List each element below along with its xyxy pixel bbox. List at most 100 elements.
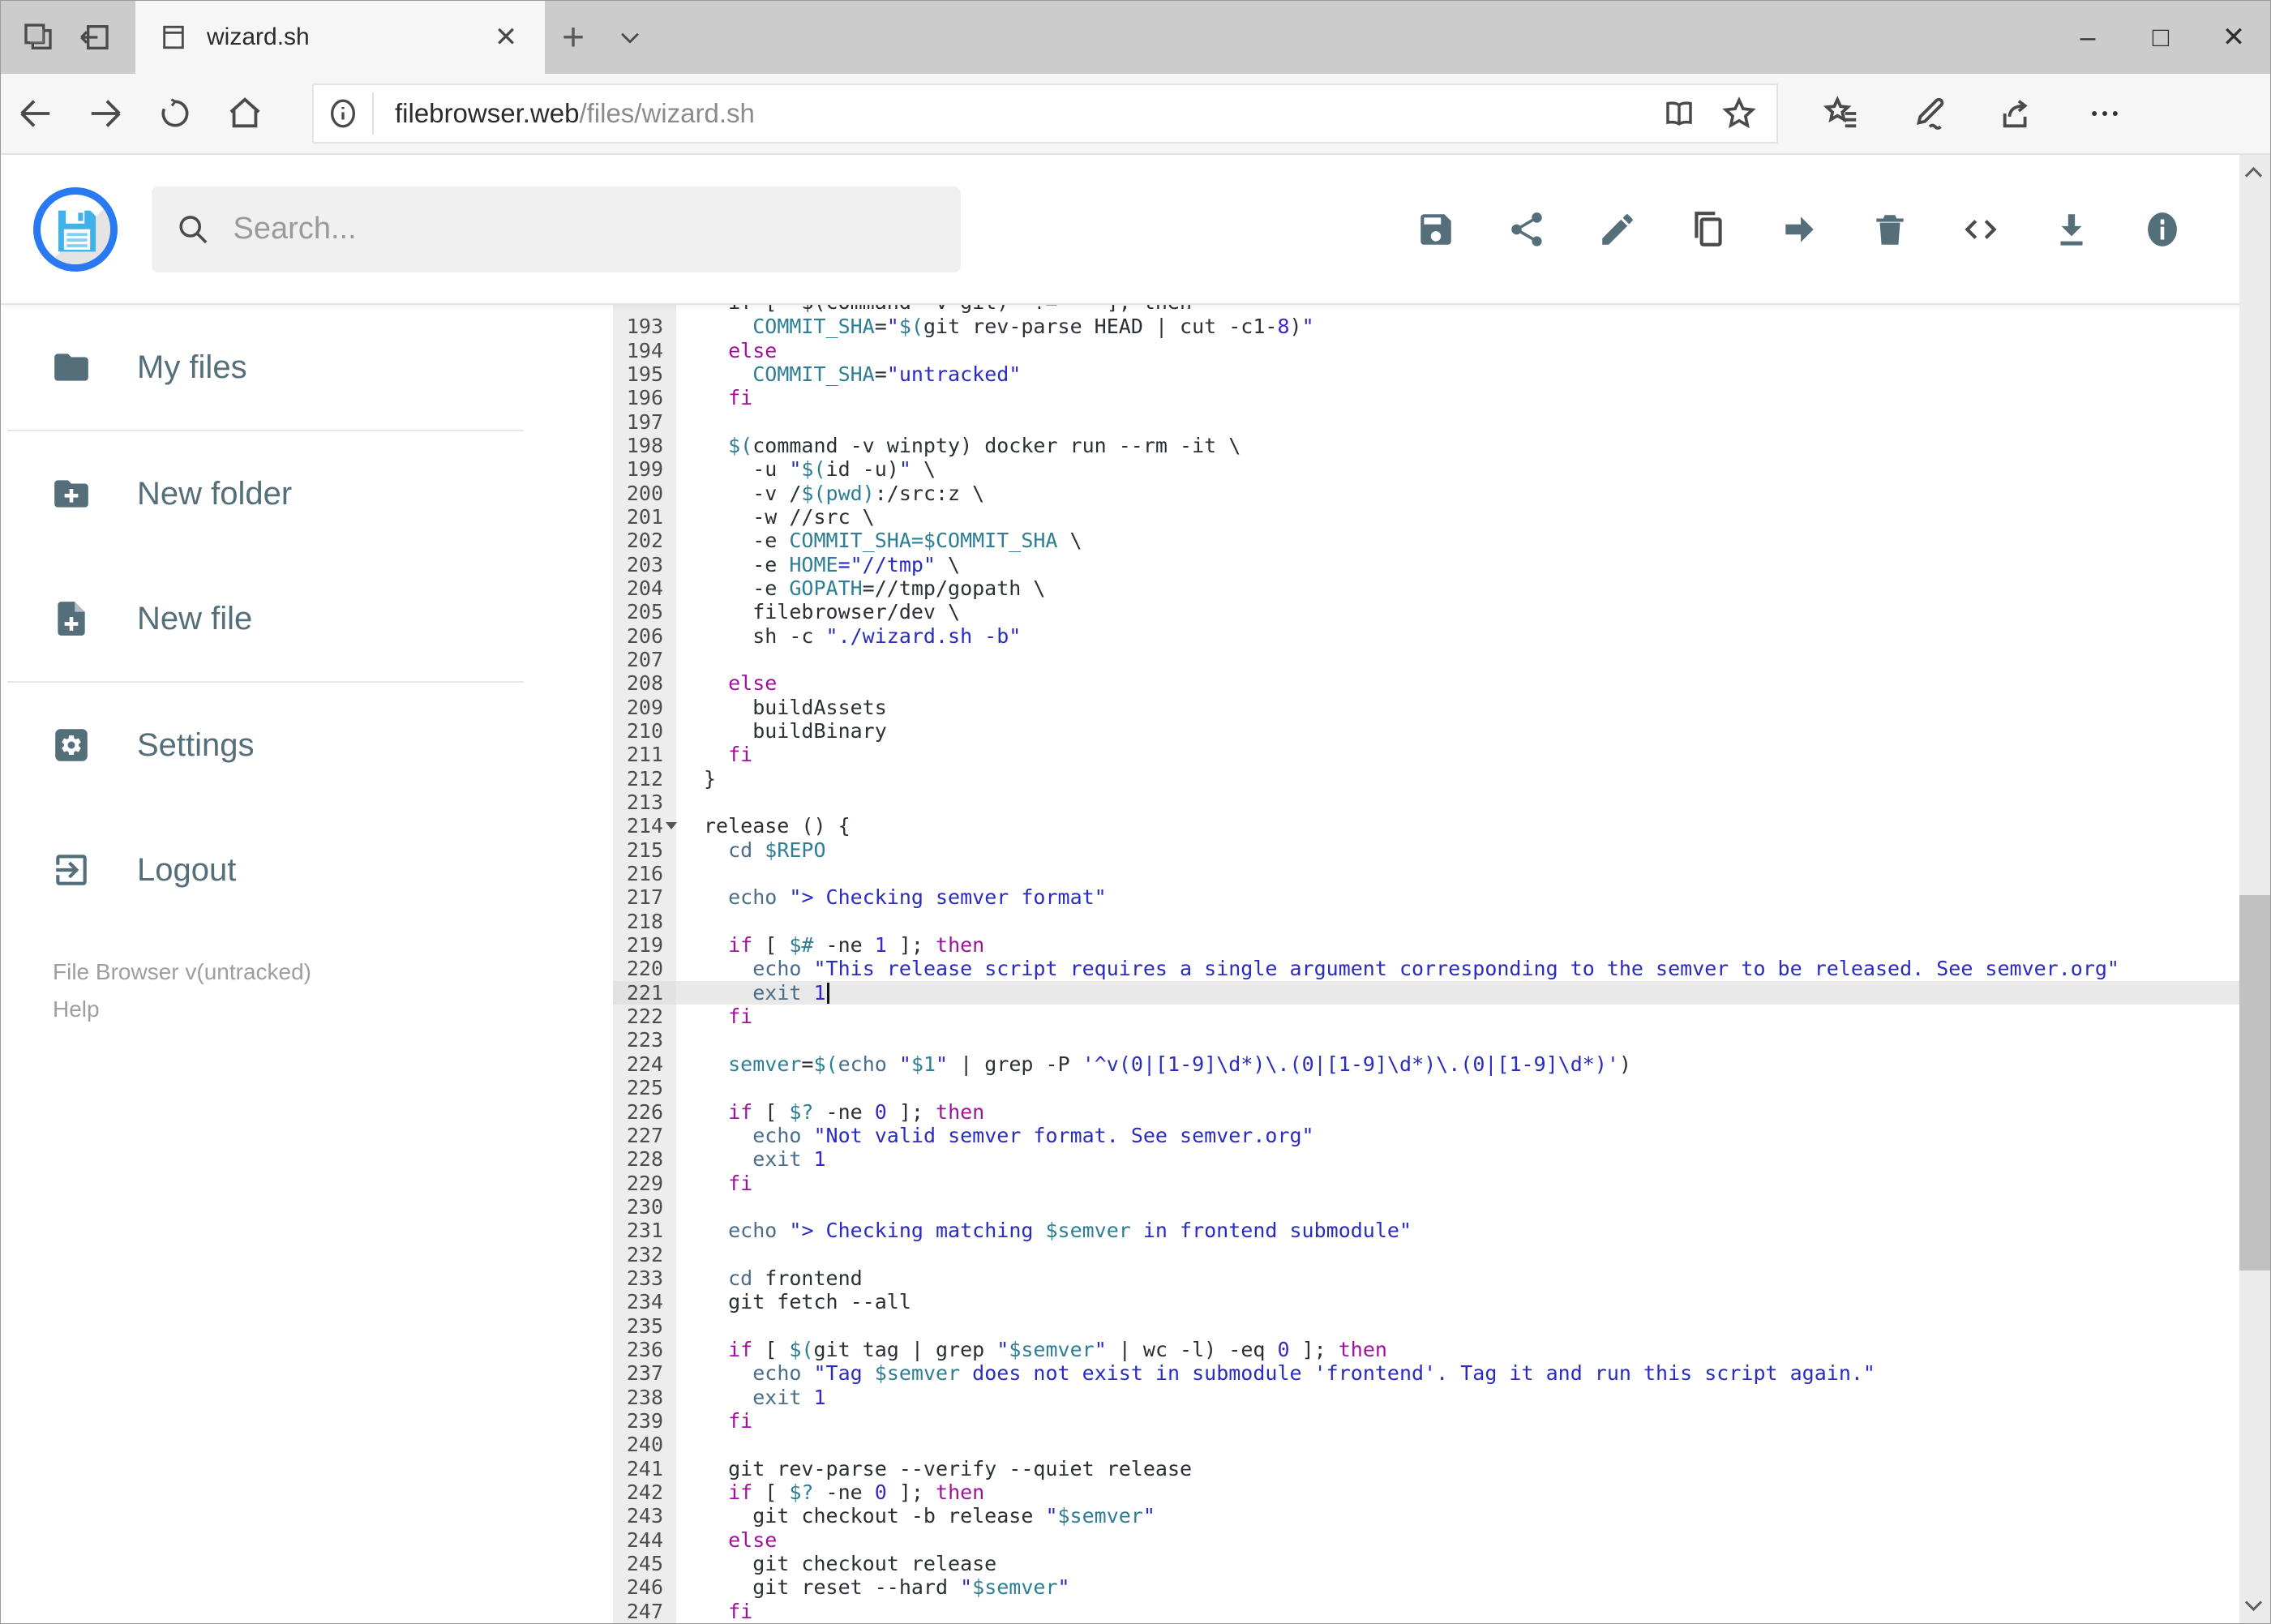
code-line[interactable]: 202 -e COMMIT_SHA=$COMMIT_SHA \ (613, 529, 2239, 553)
search-input[interactable] (233, 212, 936, 246)
code-line[interactable]: 193 COMMIT_SHA = " $(git rev-parse HEAD | c… (613, 315, 2239, 339)
scroll-down-icon[interactable] (2244, 1593, 2263, 1612)
favorites-hub-icon[interactable] (1807, 79, 1877, 148)
code-line[interactable]: 204 -e GOPATH =//tmp/gopath \ (613, 576, 2239, 601)
code-line[interactable]: 200 -v / $(pwd):/src:z \ (613, 481, 2239, 505)
code-line[interactable]: 240 (613, 1433, 2239, 1457)
reading-view-icon[interactable] (1653, 88, 1705, 139)
code-line[interactable]: 205 filebrowser/dev \ (613, 600, 2239, 624)
code-line[interactable]: 230 (613, 1194, 2239, 1219)
tab-preview-icon[interactable] (77, 19, 113, 55)
code-line[interactable]: 232 (613, 1242, 2239, 1266)
filebrowser-logo[interactable] (33, 186, 118, 272)
code-line[interactable]: 216 (613, 861, 2239, 886)
code-line[interactable]: 221 exit 1 (613, 980, 2239, 1005)
code-line[interactable]: 242 if [ $? -ne 0 ]; then (613, 1480, 2239, 1505)
address-bar[interactable]: filebrowser.web/files/wizard.sh (312, 84, 1778, 144)
code-line[interactable]: 245 git checkout release (613, 1551, 2239, 1576)
code-line[interactable]: 196 fi (613, 386, 2239, 410)
code-line[interactable]: 246 git reset --hard " $semver " (613, 1575, 2239, 1600)
code-line[interactable]: 210 buildBinary (613, 718, 2239, 743)
sidebar-item-my-files[interactable]: My files (1, 305, 613, 430)
code-line[interactable]: 197 (613, 409, 2239, 434)
settings-ellipsis-icon[interactable] (2070, 79, 2140, 148)
refresh-button[interactable] (140, 79, 210, 148)
move-button[interactable] (1777, 208, 1821, 251)
sidebar-item-settings[interactable]: Settings (1, 683, 613, 808)
code-line[interactable]: 231 echo "> Checking matching $semver in… (613, 1219, 2239, 1243)
share-button[interactable] (1505, 208, 1549, 251)
forward-button[interactable] (71, 79, 140, 148)
site-info-icon[interactable] (314, 92, 374, 135)
code-line[interactable]: 226 if [ $? -ne 0 ]; then (613, 1099, 2239, 1124)
new-tab-button[interactable]: + (545, 1, 602, 74)
code-line[interactable]: 236 if [ $(git tag | grep " $semver " | wc… (613, 1337, 2239, 1362)
code-line[interactable]: 234 git fetch --all (613, 1290, 2239, 1314)
code-line[interactable]: 223 (613, 1028, 2239, 1052)
sidebar-item-logout[interactable]: Logout (1, 808, 613, 932)
code-line[interactable]: 212} (613, 766, 2239, 791)
code-line[interactable]: 201 -w //src \ (613, 504, 2239, 529)
code-editor[interactable]: if [ "$(command -v git)" != "" ]; then 1… (613, 305, 2239, 1623)
code-line[interactable]: 198 $(command -v winpty) docker run --rm… (613, 433, 2239, 458)
code-line[interactable]: 225 (613, 1076, 2239, 1100)
code-line[interactable]: 241 git rev-parse --verify --quiet relea… (613, 1456, 2239, 1480)
code-line[interactable]: 235 (613, 1313, 2239, 1338)
code-line[interactable]: 220 echo "This release script requires a… (613, 957, 2239, 981)
code-line[interactable]: 228 exit 1 (613, 1147, 2239, 1172)
code-line[interactable]: 214 release () { (613, 814, 2239, 838)
active-tab[interactable]: wizard.sh ✕ (135, 1, 545, 74)
set-tabs-aside-icon[interactable] (20, 19, 56, 55)
code-line[interactable]: 217 echo "> Checking semver format" (613, 885, 2239, 910)
code-line[interactable]: 199 -u " $(id -u) " \ (613, 457, 2239, 482)
code-line[interactable]: 209 buildAssets (613, 695, 2239, 719)
sidebar-item-new-folder[interactable]: New folder (1, 431, 613, 556)
help-link[interactable]: Help (53, 991, 311, 1028)
tab-close-icon[interactable]: ✕ (488, 19, 524, 55)
code-line[interactable]: 219 if [ $# -ne 1 ]; then (613, 932, 2239, 958)
code-line[interactable]: 195 COMMIT_SHA = "untracked" (613, 362, 2239, 387)
code-line[interactable]: 243 git checkout -b release " $semver " (613, 1504, 2239, 1528)
close-button[interactable]: ✕ (2197, 1, 2270, 74)
add-favorite-star-icon[interactable] (1713, 88, 1765, 139)
scrollbar-thumb[interactable] (2239, 895, 2270, 1270)
code-line[interactable]: 218 (613, 909, 2239, 933)
code-line[interactable]: 237 echo "Tag $semver does not exist in … (613, 1361, 2239, 1386)
info-button[interactable] (2140, 208, 2184, 251)
code-line[interactable]: 215 cd $REPO (613, 838, 2239, 862)
scroll-up-icon[interactable] (2244, 166, 2263, 185)
minimize-button[interactable]: – (2051, 1, 2124, 74)
code-line[interactable]: 239 fi (613, 1408, 2239, 1433)
save-button[interactable] (1414, 208, 1458, 251)
sidebar-item-new-file[interactable]: New file (1, 556, 613, 681)
code-line[interactable]: 224 semver = $(echo " $1 " | grep -P '^v(0|[… (613, 1052, 2239, 1076)
search-bar[interactable] (152, 186, 961, 272)
code-line[interactable]: 213 (613, 790, 2239, 815)
code-line[interactable]: 206 sh -c "./wizard.sh -b" (613, 623, 2239, 648)
code-line[interactable]: 208 else (613, 671, 2239, 696)
home-button[interactable] (210, 79, 280, 148)
tab-list-chevron-icon[interactable] (602, 1, 658, 74)
back-button[interactable] (1, 79, 71, 148)
url-text[interactable]: filebrowser.web/files/wizard.sh (374, 98, 1653, 129)
code-view-button[interactable] (1959, 208, 2003, 251)
code-line[interactable]: 244 else (613, 1528, 2239, 1552)
delete-button[interactable] (1868, 208, 1912, 251)
code-line[interactable]: 203 -e HOME ="//tmp" \ (613, 552, 2239, 576)
maximize-button[interactable]: □ (2124, 1, 2197, 74)
code-line[interactable]: 227 echo "Not valid semver format. See s… (613, 1123, 2239, 1148)
copy-button[interactable] (1686, 208, 1730, 251)
code-line[interactable]: 194 else (613, 338, 2239, 362)
code-line[interactable]: 247 fi (613, 1599, 2239, 1623)
web-note-pen-icon[interactable] (1895, 79, 1965, 148)
code-line[interactable]: 222 fi (613, 1004, 2239, 1029)
edit-button[interactable] (1596, 208, 1639, 251)
code-line[interactable]: 211 fi (613, 743, 2239, 767)
share-page-icon[interactable] (1982, 79, 2052, 148)
code-line[interactable]: 207 (613, 647, 2239, 672)
scrollbar[interactable] (2239, 155, 2270, 1623)
download-button[interactable] (2050, 208, 2093, 251)
code-line[interactable]: 233 cd frontend (613, 1266, 2239, 1291)
code-line[interactable]: 229 fi (613, 1171, 2239, 1195)
fold-marker-icon[interactable] (666, 822, 677, 830)
